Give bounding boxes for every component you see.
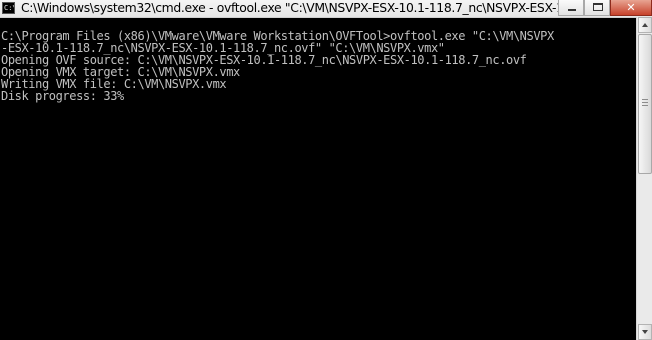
scroll-thumb[interactable] [638,34,652,174]
minimize-button[interactable] [558,0,584,16]
close-icon: ✕ [626,1,636,14]
maximize-button[interactable] [584,0,610,16]
cmd-window: C:\ C:\Windows\system32\cmd.exe - ovftoo… [0,0,652,340]
scroll-down-button[interactable] [638,324,652,340]
scroll-up-button[interactable] [638,17,652,33]
grip-icon [642,102,648,103]
arrow-up-icon [642,23,648,27]
window-title: C:\Windows\system32\cmd.exe - ovftool.ex… [21,0,561,15]
arrow-down-icon [642,330,648,334]
grip-icon [642,99,648,100]
console-line-disk-progress: Disk progress: 33% [1,89,124,103]
grip-icon [642,105,648,106]
title-bar[interactable]: C:\ C:\Windows\system32\cmd.exe - ovftoo… [0,0,652,18]
cmd-icon[interactable]: C:\ [2,2,15,14]
window-controls: ✕ [558,0,652,16]
vertical-scrollbar[interactable] [636,17,652,340]
console-output[interactable]: C:\Program Files (x86)\VMware\VMware Wor… [0,30,636,340]
maximize-icon [593,3,603,11]
minimize-icon [568,9,576,11]
close-button[interactable]: ✕ [610,0,652,16]
